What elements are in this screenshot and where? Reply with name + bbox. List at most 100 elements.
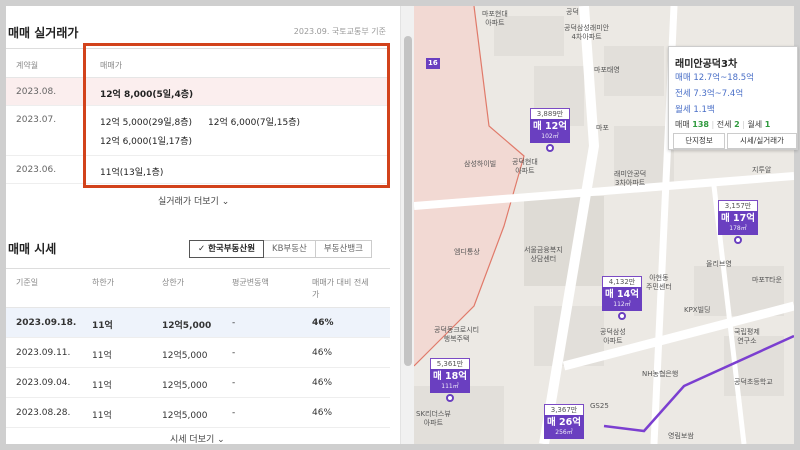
price-marker[interactable]: 4,132만 매 14억 112㎡ [602,276,642,320]
marker-price: 3,157만 [718,200,758,211]
trade-more-link[interactable]: 실거래가 더보기 ⌄ [158,194,229,207]
market-more-link[interactable]: 시세 더보기 ⌄ [170,432,225,444]
market-date: 2023.09.04. [16,378,71,388]
tab-bank[interactable]: 부동산뱅크 [314,240,372,258]
map-label: 삼성하이빌 [464,160,497,168]
popup-jeonse: 전세 7.3억~7.4억 [675,89,744,99]
price-marker[interactable]: 5,361만 매 18억 111㎡ [430,358,470,402]
market-low: 11억 [92,381,112,391]
map-label: 공덕 [566,8,579,16]
marker-price: 3,889만 [530,108,570,119]
market-change: - [232,318,236,328]
col-low: 하한가 [92,278,115,287]
market-low: 11억 [92,321,113,331]
market-date: 2023.09.18. [16,318,77,328]
price-history-button[interactable]: 시세/실거래가 [727,133,797,149]
marker-name: 매 18억 [432,371,467,382]
market-change: - [232,378,236,388]
count-sale-label: 매매 [675,120,690,129]
panel-scrollbar[interactable] [400,6,414,444]
complex-popup: 래미안공덕3차 매매 12.7억~18.5억 전세 7.3억~7.4억 월세 1… [668,46,798,150]
col-change: 평균변동액 [232,278,269,287]
map-label: 지투알 [752,166,772,174]
market-title: 매매 시세 [8,242,57,256]
block [524,196,604,286]
tab-label: 한국부동산원 [208,244,256,254]
col-month: 계약월 [16,61,39,70]
popup-counts: 매매 138 | 전세 2 | 월세 1 [675,120,771,129]
map-label: 서울금융복지 상담센터 [524,246,563,263]
market-change: - [232,348,236,358]
price-marker[interactable]: 3,889만 매 12억 102㎡ [530,108,570,152]
price-marker[interactable]: 3,157만 매 17억 178㎡ [718,200,758,244]
col-ratio-line2: 가 [312,290,320,299]
tab-kb[interactable]: KB부동산 [263,240,316,258]
map-label: 아현동 주민센터 [646,274,672,291]
map-label: 마포태영 [594,66,620,74]
col-ratio-line1: 매매가 대비 전세 [312,278,369,287]
map-label: 공덕삼성래미안 4차아파트 [564,24,610,41]
market-row: 2023.09.18. 11억 12억5,000 - 46% [6,308,390,338]
market-row: 2023.09.04. 11억 12억5,000 - 46% [6,368,390,398]
map-label: 영림보쌈 [668,432,694,440]
marker-name: 매 17억 [720,213,755,224]
trade-month: 2023.07. [16,115,57,125]
marker-name: 매 12억 [532,121,567,132]
count-rent: 1 [764,120,771,129]
marker-area: 111㎡ [441,383,459,390]
marker-area: 178㎡ [729,225,747,232]
map-label: KPX빌딩 [684,306,711,314]
map-label: 마포T타운 [752,276,783,284]
market-high: 12억5,000 [162,321,212,331]
popup-sale: 매매 12.7억~18.5억 [675,73,754,83]
check-icon: ✓ [198,244,209,254]
market-source-tabs: ✓ 한국부동산원 KB부동산 부동산뱅크 [189,240,372,258]
market-date: 2023.08.28. [16,408,71,418]
detail-panel: 매매 실거래가 2023.09. 국토교통부 기준 계약월 매매가 2023.0… [6,6,400,444]
map-label: 국립평제 연구소 [734,328,760,345]
scroll-thumb[interactable] [404,36,412,366]
popup-rent: 월세 1.1백 [675,105,715,115]
popup-title[interactable]: 래미안공덕3차 [675,55,737,70]
marker-price: 3,367만 [544,404,584,415]
marker-area: 112㎡ [613,301,631,308]
map-label: 16 [426,58,440,69]
map-label: 공덕초등학교 [734,378,773,386]
col-date: 기준일 [16,278,39,287]
marker-dot [734,236,742,244]
marker-dot [446,394,454,402]
tab-reb[interactable]: ✓ 한국부동산원 [189,240,265,258]
trade-month: 2023.06. [16,165,57,175]
market-row: 2023.08.28. 11억 12억5,000 - 46% [6,398,390,428]
market-date: 2023.09.11. [16,348,71,358]
map-label: GS25 [590,402,609,410]
map-label: NH농협은행 [642,370,679,378]
map-label: 공덕삼성 아파트 [600,328,626,345]
market-low: 11억 [92,351,112,361]
highlight-box [83,43,390,188]
market-high: 12억5,000 [162,351,208,361]
trade-more-label: 실거래가 더보기 [158,197,219,207]
market-high: 12억5,000 [162,411,208,421]
marker-area: 256㎡ [555,429,573,436]
map-label: 래미안공덕 3차아파트 [614,170,647,187]
chevron-down-icon: ⌄ [217,435,225,444]
market-change: - [232,408,236,418]
map-label: 마포현대 아파트 [482,10,508,27]
col-high: 상한가 [162,278,185,287]
marker-name: 매 26억 [546,417,581,428]
market-ratio: 46% [312,378,333,388]
marker-dot [546,144,554,152]
market-ratio: 46% [312,408,333,418]
complex-info-button[interactable]: 단지정보 [673,133,725,149]
marker-price: 5,361만 [430,358,470,369]
market-low: 11억 [92,411,112,421]
map-label: 올리브영 [706,260,732,268]
map-label: SK리더스뷰 아파트 [416,410,451,427]
price-marker[interactable]: 3,367만 매 26억 256㎡ [544,404,584,439]
market-ratio: 46% [312,348,333,358]
market-high: 12억5,000 [162,381,208,391]
count-rent-label: 월세 [747,120,763,129]
marker-dot [618,312,626,320]
map-label: 엠디통상 [454,248,480,256]
